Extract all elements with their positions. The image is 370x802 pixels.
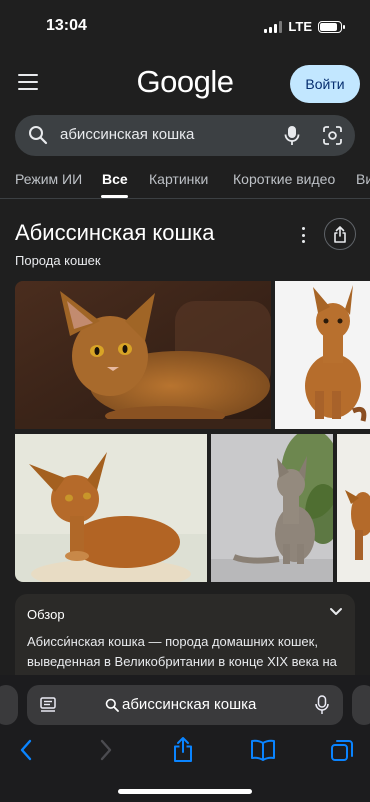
- status-time: 13:04: [46, 17, 87, 34]
- battery-icon: [318, 20, 345, 33]
- bookmarks-icon[interactable]: [250, 739, 276, 761]
- mic-icon[interactable]: [284, 125, 300, 146]
- page-subtitle: Порода кошек: [15, 253, 101, 268]
- login-button[interactable]: Войти: [290, 65, 360, 103]
- back-icon[interactable]: [19, 739, 33, 761]
- search-icon[interactable]: [28, 125, 48, 145]
- signal-icon: [264, 20, 283, 33]
- search-icon: [105, 698, 119, 712]
- search-box[interactable]: абиссинская кошка: [15, 115, 355, 156]
- tab-all[interactable]: Все: [102, 171, 128, 187]
- overview-heading: Обзор: [27, 607, 65, 622]
- search-tabs: Режим ИИ Все Картинки Короткие видео Ви: [0, 166, 370, 199]
- search-input[interactable]: абиссинская кошка: [60, 126, 194, 143]
- status-bar: 13:04 LTE: [0, 0, 370, 56]
- share-icon[interactable]: [172, 736, 194, 763]
- cat-image-1[interactable]: [15, 281, 271, 429]
- mic-icon[interactable]: [315, 695, 329, 715]
- browser-toolbar: абиссинская кошка: [0, 675, 370, 802]
- tab-videos[interactable]: Ви: [356, 171, 370, 187]
- next-tab-peek[interactable]: [352, 685, 370, 725]
- more-icon[interactable]: [300, 227, 306, 243]
- tab-images[interactable]: Картинки: [149, 171, 208, 187]
- chevron-down-icon[interactable]: [329, 604, 343, 618]
- cat-image-2[interactable]: [275, 281, 370, 429]
- share-button[interactable]: [324, 218, 356, 250]
- tab-short-videos[interactable]: Короткие видео: [233, 171, 335, 187]
- active-tab-indicator: [101, 195, 128, 198]
- cat-image-5[interactable]: [337, 434, 370, 582]
- address-text[interactable]: абиссинская кошка: [122, 696, 256, 713]
- cat-image-3[interactable]: [15, 434, 207, 582]
- page-title: Абиссинская кошка: [15, 220, 215, 245]
- top-bar: Google Войти: [0, 60, 370, 108]
- share-icon: [334, 226, 346, 243]
- forward-icon[interactable]: [99, 739, 113, 761]
- previous-tab-peek[interactable]: [0, 685, 18, 725]
- tabs-icon[interactable]: [330, 739, 354, 763]
- tab-ai-mode[interactable]: Режим ИИ: [15, 171, 82, 187]
- cat-image-4[interactable]: [211, 434, 333, 582]
- network-label: LTE: [288, 19, 312, 34]
- address-bar[interactable]: абиссинская кошка: [27, 685, 343, 725]
- safari-toolbar: [0, 735, 370, 767]
- status-right: LTE: [264, 19, 345, 34]
- reader-icon[interactable]: [39, 696, 57, 714]
- home-indicator: [118, 789, 252, 794]
- lens-icon[interactable]: [322, 125, 343, 146]
